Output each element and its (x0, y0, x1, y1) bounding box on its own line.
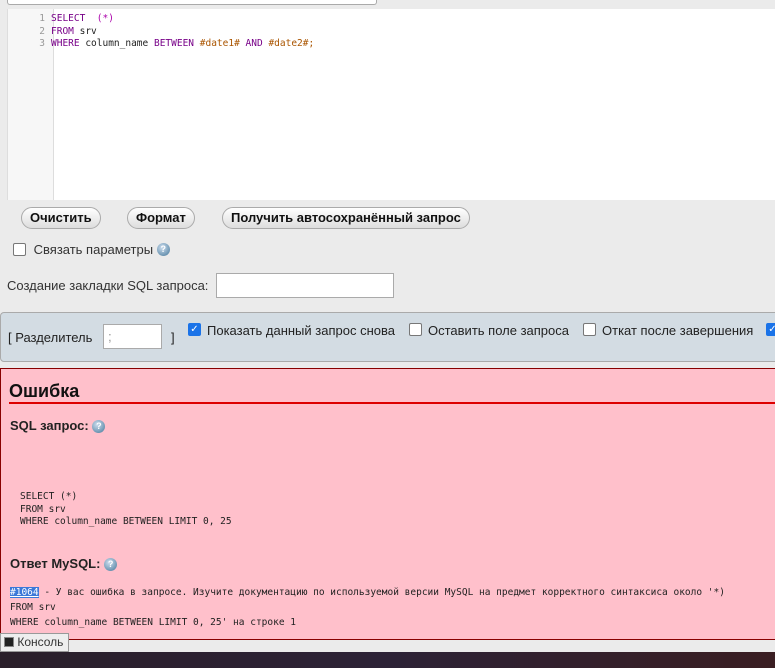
code-token: AND (245, 38, 263, 49)
code-text: SELECT (*) (51, 13, 114, 26)
divider (9, 402, 775, 404)
retain-box-label: Оставить поле запроса (428, 323, 569, 338)
format-button[interactable]: Формат (127, 207, 195, 229)
help-icon[interactable]: ? (156, 243, 170, 257)
code-text: WHERE column_name BETWEEN #date1# AND #d… (51, 38, 314, 51)
delimiter-label: [ Разделитель (8, 330, 93, 345)
retain-box-checkbox[interactable] (409, 323, 422, 336)
code-token: srv (73, 25, 97, 37)
error-title: Ошибка (9, 381, 80, 401)
get-autosaved-query-button[interactable]: Получить автосохранённый запрос (222, 207, 470, 229)
delimiter-input[interactable] (103, 324, 162, 349)
show-query-label: Показать данный запрос снова (207, 323, 395, 338)
error-text: - У вас ошибка в запросе. Изучите докуме… (38, 587, 725, 598)
sql-query-label: SQL запрос: (10, 418, 89, 433)
desktop-taskbar (0, 652, 775, 668)
bookmark-input[interactable] (216, 273, 394, 298)
rollback-checkbox[interactable] (583, 323, 596, 336)
bind-params-row: Связать параметры ? (13, 241, 170, 257)
bind-params-checkbox[interactable] (13, 243, 26, 257)
code-token: BETWEEN (153, 38, 195, 49)
query-line: SELECT (*) (20, 491, 78, 502)
failed-query: SELECT (*) FROM srv WHERE column_name BE… (20, 491, 232, 529)
rollback-label: Откат после завершения (602, 323, 754, 338)
code-token: #date2#; (268, 38, 315, 49)
console-label: Консоль (17, 635, 64, 649)
code-token: #date1# (199, 38, 240, 49)
code-token: (*) (96, 13, 114, 24)
top-bar (0, 0, 775, 8)
mysql-response-label: Ответ MySQL: (10, 556, 101, 571)
code-token: FROM (51, 25, 74, 37)
line-number: 3 (39, 38, 45, 49)
error-line: FROM srv (10, 602, 56, 613)
clear-button[interactable]: Очистить (21, 207, 101, 229)
query-line: FROM srv (20, 503, 66, 515)
show-query-checkbox[interactable]: ✓ (188, 323, 201, 336)
console-tab[interactable]: Консоль (0, 633, 70, 652)
code-token: SELECT (51, 13, 86, 24)
code-line: 2 FROM srv (8, 26, 314, 39)
mysql-response-heading: Ответ MySQL: ? (10, 556, 118, 572)
line-number: 2 (39, 25, 45, 37)
error-line: WHERE column_name BETWEEN LIMIT 0, 25' н… (10, 617, 296, 628)
code-token: WHERE (51, 38, 80, 49)
code-token: column_name (79, 38, 154, 49)
bind-params-label: Связать параметры (33, 242, 154, 258)
sql-query-heading: SQL запрос: ? (10, 418, 106, 434)
window-edge (7, 0, 377, 5)
code-line: 1 SELECT (*) (8, 13, 314, 26)
code-line: 3 WHERE column_name BETWEEN #date1# AND #… (8, 38, 314, 51)
error-code-link[interactable]: #1064 (10, 587, 39, 598)
line-number: 1 (39, 13, 45, 24)
error-panel: Ошибка SQL запрос: ? SELECT (*) FROM srv… (0, 368, 775, 640)
sql-editor[interactable]: 1 SELECT (*) 2 FROM srv 3 WHERE column_name B… (7, 9, 775, 200)
delimiter-close: ] (171, 330, 175, 345)
options-fieldset: [ Разделитель ] ✓ Показать данный запрос… (0, 312, 775, 362)
extra-option-checkbox[interactable]: ✓ (766, 323, 775, 336)
bookmark-label: Создание закладки SQL запроса: (7, 278, 209, 293)
sql-code[interactable]: 1 SELECT (*) 2 FROM srv 3 WHERE column_name B… (8, 13, 314, 51)
help-icon[interactable]: ? (104, 558, 118, 572)
query-line: WHERE column_name BETWEEN LIMIT 0, 25 (20, 516, 232, 527)
console-icon (4, 637, 14, 647)
code-text: FROM srv (51, 26, 97, 39)
error-message: #1064 - У вас ошибка в запросе. Изучите … (10, 585, 725, 630)
help-icon[interactable]: ? (92, 420, 106, 434)
